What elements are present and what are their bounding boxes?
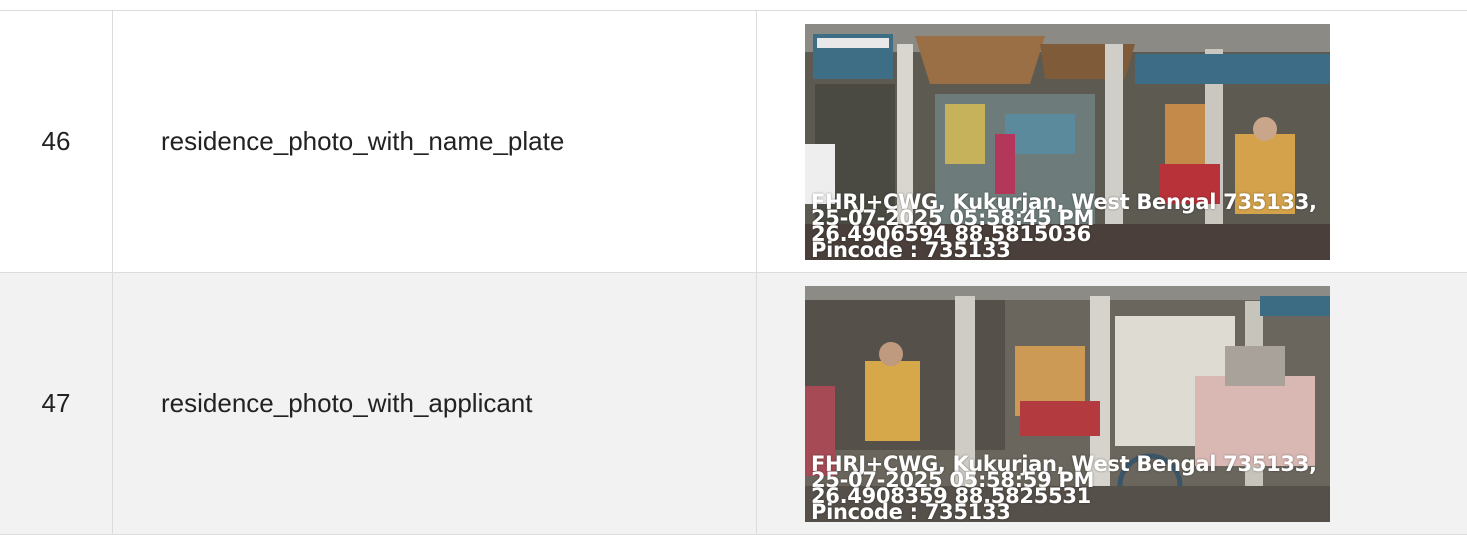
- row-number-cell: 47: [0, 273, 112, 534]
- row-number: 47: [41, 388, 71, 418]
- photo-cell: FHRJ+CWG, Kukurjan, West Bengal 735133, …: [756, 273, 1467, 534]
- table-row: 46 residence_photo_with_name_plate FHRJ+…: [0, 11, 1467, 273]
- residence-photo[interactable]: FHRJ+CWG, Kukurjan, West Bengal 735133, …: [805, 23, 1330, 260]
- photo-table: 46 residence_photo_with_name_plate FHRJ+…: [0, 10, 1467, 535]
- row-number: 46: [41, 126, 71, 156]
- field-name: residence_photo_with_name_plate: [161, 126, 565, 156]
- photo-stamp: FHRJ+CWG, Kukurjan, West Bengal 735133, …: [811, 453, 1330, 522]
- table-row: 47 residence_photo_with_applicant FHRJ+C…: [0, 273, 1467, 535]
- photo-cell: FHRJ+CWG, Kukurjan, West Bengal 735133, …: [756, 11, 1467, 272]
- residence-photo[interactable]: FHRJ+CWG, Kukurjan, West Bengal 735133, …: [805, 285, 1330, 522]
- row-number-cell: 46: [0, 11, 112, 272]
- field-name-cell: residence_photo_with_applicant: [112, 273, 756, 534]
- field-name-cell: residence_photo_with_name_plate: [112, 11, 756, 272]
- field-name: residence_photo_with_applicant: [161, 388, 533, 418]
- photo-stamp: FHRJ+CWG, Kukurjan, West Bengal 735133, …: [811, 191, 1330, 260]
